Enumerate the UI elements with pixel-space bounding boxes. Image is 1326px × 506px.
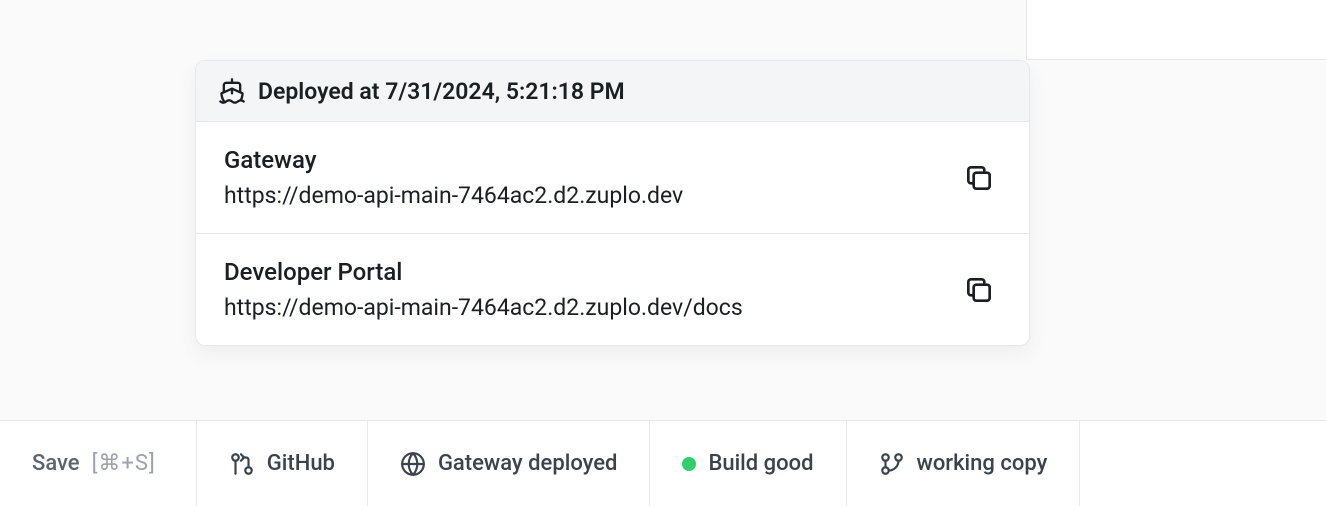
- build-status[interactable]: Build good: [650, 421, 846, 506]
- status-filler: [1080, 421, 1144, 506]
- top-right-panel: [1026, 0, 1326, 60]
- gateway-label: Gateway: [224, 146, 683, 174]
- gateway-status[interactable]: Gateway deployed: [368, 421, 651, 506]
- gateway-status-label: Gateway deployed: [438, 451, 618, 476]
- globe-icon: [400, 451, 426, 477]
- popover-header: Deployed at 7/31/2024, 5:21:18 PM: [196, 61, 1029, 122]
- gateway-url: https://demo-api-main-7464ac2.d2.zuplo.d…: [224, 182, 683, 209]
- copy-devportal-button[interactable]: [957, 268, 1001, 312]
- copy-gateway-button[interactable]: [957, 156, 1001, 200]
- status-bar: Save [⌘+S] GitHub Gateway deployed Bui: [0, 420, 1326, 506]
- save-shortcut: [⌘+S]: [92, 451, 156, 476]
- devportal-url: https://demo-api-main-7464ac2.d2.zuplo.d…: [224, 294, 743, 321]
- git-branch-icon: [879, 451, 905, 477]
- copy-icon: [963, 274, 995, 306]
- github-label: GitHub: [267, 451, 335, 476]
- build-status-label: Build good: [708, 451, 813, 476]
- branch-status[interactable]: working copy: [847, 421, 1081, 506]
- popover-header-text: Deployed at 7/31/2024, 5:21:18 PM: [258, 78, 625, 105]
- copy-icon: [963, 162, 995, 194]
- deployment-popover: Deployed at 7/31/2024, 5:21:18 PM Gatewa…: [195, 60, 1030, 346]
- popover-item-text: Developer Portal https://demo-api-main-7…: [224, 258, 743, 321]
- git-pull-request-icon: [229, 451, 255, 477]
- devportal-label: Developer Portal: [224, 258, 743, 286]
- popover-item-gateway[interactable]: Gateway https://demo-api-main-7464ac2.d2…: [196, 122, 1029, 234]
- save-button[interactable]: Save [⌘+S]: [0, 421, 197, 506]
- github-status[interactable]: GitHub: [197, 421, 368, 506]
- save-label: Save: [32, 451, 80, 476]
- popover-item-devportal[interactable]: Developer Portal https://demo-api-main-7…: [196, 234, 1029, 345]
- ship-icon: [218, 77, 246, 105]
- popover-item-text: Gateway https://demo-api-main-7464ac2.d2…: [224, 146, 683, 209]
- status-dot-icon: [682, 457, 696, 471]
- branch-label: working copy: [917, 451, 1048, 476]
